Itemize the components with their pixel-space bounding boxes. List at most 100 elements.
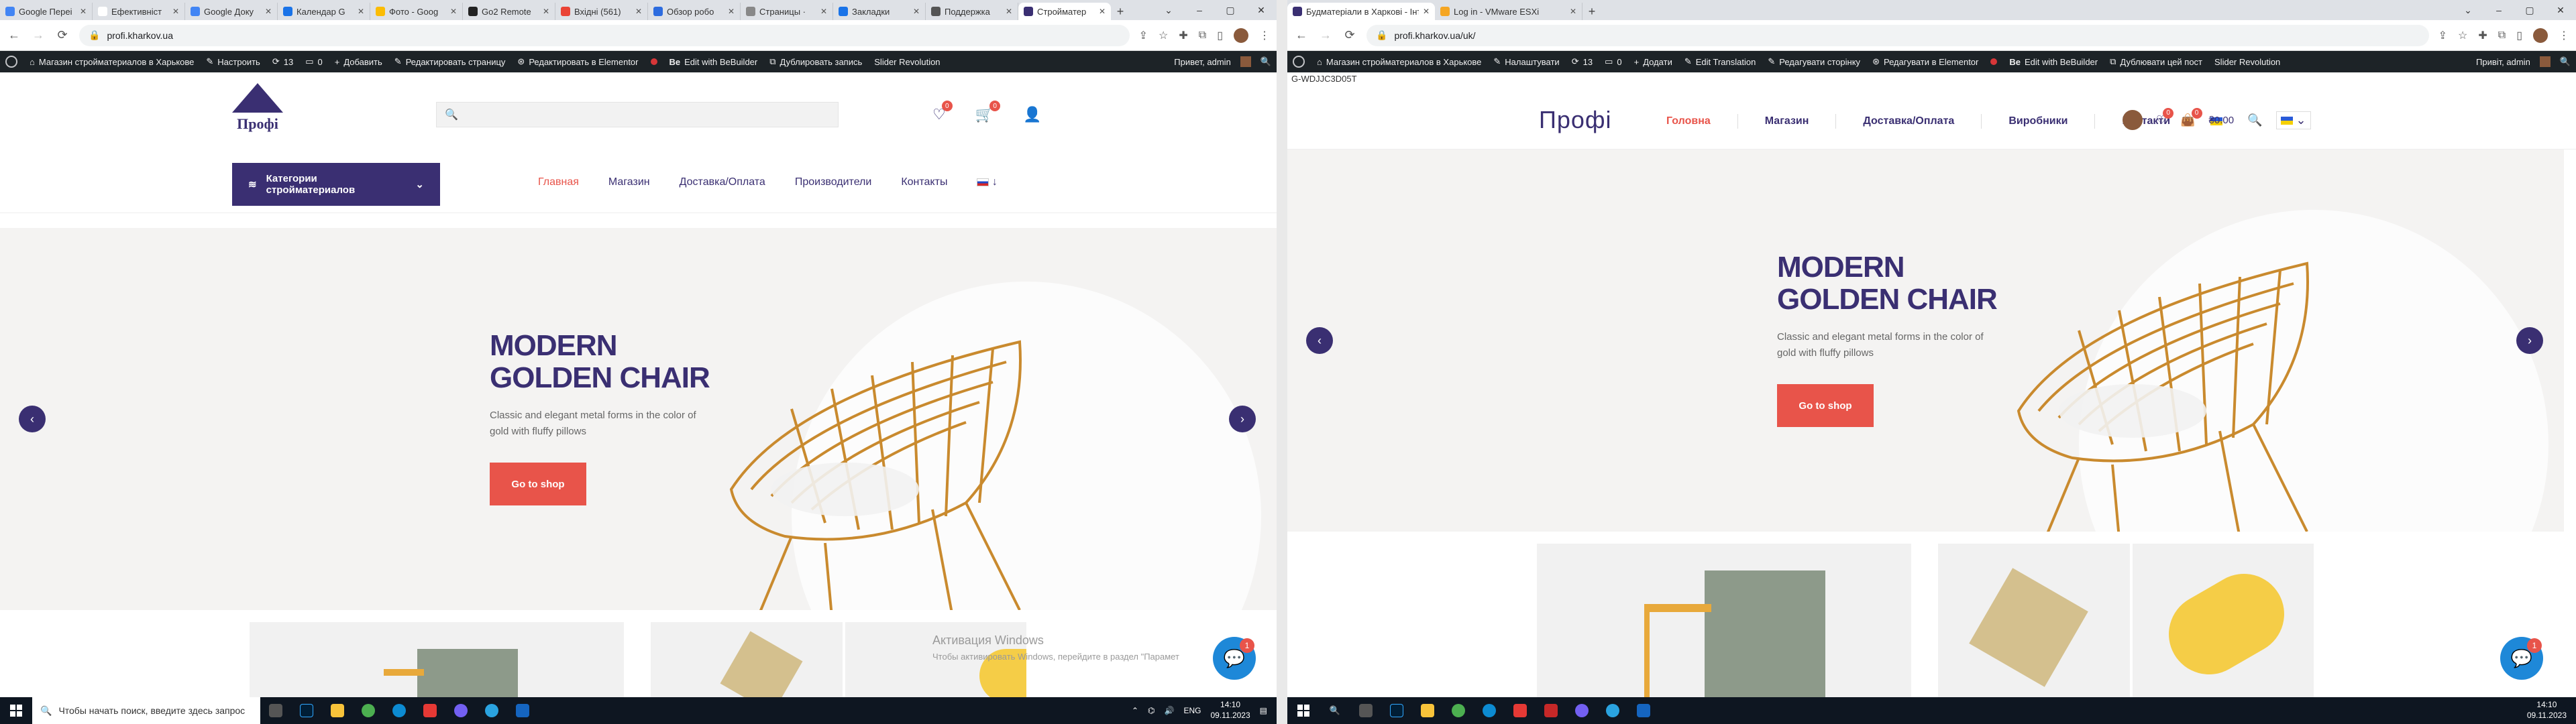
taskbar-search-input[interactable]: 🔍 Чтобы начать поиск, введите здесь запр… bbox=[32, 697, 260, 724]
menu-item-delivery[interactable]: Доставка/Оплата bbox=[1863, 115, 1954, 127]
wp-edit-elementor[interactable]: ⊛ Редактировать в Elementor bbox=[517, 56, 638, 67]
hero-cta-button[interactable]: Go to shop bbox=[1777, 384, 1874, 427]
search-input[interactable]: 🔍 bbox=[436, 102, 839, 127]
browser-tab[interactable]: Go2 Remote ✕ bbox=[463, 3, 555, 20]
categories-button[interactable]: ≋ Категории стройматериалов ⌄ bbox=[232, 163, 440, 206]
recorder-icon[interactable] bbox=[415, 697, 445, 724]
wp-bebuilder[interactable]: Be Edit with BeBuilder bbox=[2009, 57, 2098, 67]
search-icon[interactable]: 🔍 bbox=[2560, 56, 2571, 67]
search-icon[interactable]: 🔍 bbox=[1260, 56, 1271, 67]
profile-avatar[interactable] bbox=[1234, 27, 1248, 43]
wp-avatar[interactable] bbox=[1240, 56, 1251, 67]
volume-icon[interactable]: 🔊 bbox=[1165, 706, 1175, 715]
menu-dots-icon[interactable]: ⋮ bbox=[2559, 29, 2569, 42]
notifications-icon[interactable]: ▤ bbox=[1260, 706, 1267, 715]
browser-tab[interactable]: Страницы · ✕ bbox=[741, 3, 833, 20]
category-tile-stairs[interactable] bbox=[1537, 544, 1911, 697]
wp-site-name[interactable]: ⌂ Магазин стройматериалов в Харькове bbox=[1317, 57, 1481, 67]
hero-cta-button[interactable]: Go to shop bbox=[490, 463, 586, 505]
browser-tab[interactable]: Будматеріали в Харкові - Інтер ✕ bbox=[1287, 3, 1435, 20]
site-logo[interactable]: Профі bbox=[232, 83, 283, 133]
browser-tab[interactable]: Поддержка ✕ bbox=[926, 3, 1018, 20]
new-tab-button[interactable]: + bbox=[1111, 3, 1130, 20]
wp-edit-translation[interactable]: ✎ Edit Translation bbox=[1684, 56, 1756, 67]
share-icon[interactable]: ⇪ bbox=[1139, 29, 1148, 42]
menu-item-shop[interactable]: Магазин bbox=[1765, 115, 1809, 127]
viber-icon[interactable] bbox=[445, 697, 476, 724]
menu-item-delivery[interactable]: Доставка/Оплата bbox=[680, 176, 765, 188]
url-input[interactable]: 🔒 profi.kharkov.ua/uk/ bbox=[1366, 24, 2429, 46]
slider-next-arrow-icon[interactable]: › bbox=[1229, 406, 1256, 432]
cart-icon[interactable]: 🛒 0 bbox=[975, 101, 1001, 123]
start-button[interactable] bbox=[0, 697, 32, 724]
remote-app-icon[interactable] bbox=[1628, 697, 1659, 724]
wp-slider-revolution[interactable]: Slider Revolution bbox=[2214, 57, 2280, 67]
recorder-icon[interactable] bbox=[1505, 697, 1536, 724]
file-explorer-icon[interactable] bbox=[322, 697, 353, 724]
language-switcher[interactable]: ⌄ bbox=[2275, 111, 2311, 129]
chrome-icon[interactable] bbox=[353, 697, 384, 724]
menu-item-shop[interactable]: Магазин bbox=[608, 176, 650, 188]
browser-tab[interactable]: Стройматер ✕ bbox=[1018, 3, 1111, 20]
menu-dots-icon[interactable]: ⋮ bbox=[1259, 29, 1270, 42]
extension-icon[interactable]: ✚ bbox=[1179, 29, 1187, 42]
close-tab-icon[interactable]: ✕ bbox=[635, 7, 642, 16]
chevron-down-icon[interactable]: ⌄ bbox=[2453, 0, 2483, 20]
chat-widget-button[interactable]: 💬 1 bbox=[1213, 637, 1256, 680]
wp-customize[interactable]: ✎ Настроить bbox=[206, 56, 260, 67]
forward-button[interactable]: → bbox=[31, 28, 46, 42]
minimize-button[interactable]: – bbox=[1184, 0, 1215, 20]
network-icon[interactable]: ⌬ bbox=[1148, 706, 1155, 715]
browser-tab[interactable]: Ефективніст ✕ bbox=[93, 3, 185, 20]
browser-tab[interactable]: Log in - VMware ESXi ✕ bbox=[1435, 3, 1582, 20]
taskbar-clock[interactable]: 14:10 09.11.2023 bbox=[2527, 700, 2567, 721]
close-tab-icon[interactable]: ✕ bbox=[543, 7, 549, 16]
wp-new[interactable]: + Додати bbox=[1634, 57, 1672, 67]
chevron-down-icon[interactable]: ⌄ bbox=[1153, 0, 1184, 20]
menu-item-manufacturers[interactable]: Производители bbox=[795, 176, 872, 188]
start-button[interactable] bbox=[1287, 697, 1320, 724]
wp-comments[interactable]: ▭ 0 bbox=[305, 56, 323, 67]
category-tile-boxes[interactable] bbox=[1938, 544, 2130, 697]
reload-button[interactable]: ⟳ bbox=[1342, 28, 1357, 42]
close-tab-icon[interactable]: ✕ bbox=[172, 7, 179, 16]
menu-item-home[interactable]: Главная bbox=[538, 176, 579, 188]
wp-comments[interactable]: ▭ 0 bbox=[1605, 56, 1622, 67]
reload-button[interactable]: ⟳ bbox=[55, 28, 70, 42]
telegram-icon[interactable] bbox=[1597, 697, 1628, 724]
wishlist-heart-icon[interactable]: ♡ 0 bbox=[2156, 107, 2174, 127]
wp-updates[interactable]: ⟳ 13 bbox=[272, 56, 293, 67]
search-icon[interactable]: 🔍 bbox=[2247, 113, 2262, 127]
puzzle-icon[interactable]: ⧉ bbox=[1199, 29, 1206, 42]
puzzle-icon[interactable]: ⧉ bbox=[2498, 29, 2506, 42]
search-icon[interactable]: 🔍 bbox=[1320, 697, 1350, 724]
taskbar-clock[interactable]: 14:10 09.11.2023 bbox=[1210, 700, 1250, 721]
close-tab-icon[interactable]: ✕ bbox=[1570, 7, 1576, 16]
viber-icon[interactable] bbox=[1566, 697, 1597, 724]
category-tile-stairs[interactable] bbox=[250, 622, 624, 703]
user-avatar[interactable] bbox=[2123, 110, 2143, 130]
wp-updates[interactable]: ⟳ 13 bbox=[1572, 56, 1593, 67]
close-tab-icon[interactable]: ✕ bbox=[450, 7, 457, 16]
input-language[interactable]: ENG bbox=[1183, 706, 1201, 715]
browser-tab[interactable]: Вхідні (561) ✕ bbox=[555, 3, 648, 20]
close-tab-icon[interactable]: ✕ bbox=[265, 7, 272, 16]
wp-edit-page[interactable]: ✎ Редагувати сторінку bbox=[1768, 56, 1860, 67]
chrome-icon[interactable] bbox=[1443, 697, 1474, 724]
wp-site-name[interactable]: ⌂ Магазин стройматериалов в Харькове bbox=[30, 57, 194, 67]
telegram-icon[interactable] bbox=[476, 697, 507, 724]
back-button[interactable]: ← bbox=[1294, 28, 1309, 42]
share-icon[interactable]: ⇪ bbox=[2438, 29, 2447, 42]
browser-tab[interactable]: Закладки ✕ bbox=[833, 3, 926, 20]
close-tab-icon[interactable]: ✕ bbox=[80, 7, 87, 16]
app-icon[interactable] bbox=[1536, 697, 1566, 724]
sidebar-icon[interactable]: ▯ bbox=[1217, 29, 1223, 42]
close-tab-icon[interactable]: ✕ bbox=[1099, 7, 1106, 16]
slider-prev-arrow-icon[interactable]: ‹ bbox=[19, 406, 46, 432]
back-button[interactable]: ← bbox=[7, 28, 21, 42]
wp-bebuilder[interactable]: Be Edit with BeBuilder bbox=[669, 57, 758, 67]
menu-item-manufacturers[interactable]: Виробники bbox=[2008, 115, 2068, 127]
file-explorer-icon[interactable] bbox=[1412, 697, 1443, 724]
wp-duplicate[interactable]: ⧉ Дублировать запись bbox=[769, 56, 862, 67]
close-tab-icon[interactable]: ✕ bbox=[1423, 7, 1430, 16]
